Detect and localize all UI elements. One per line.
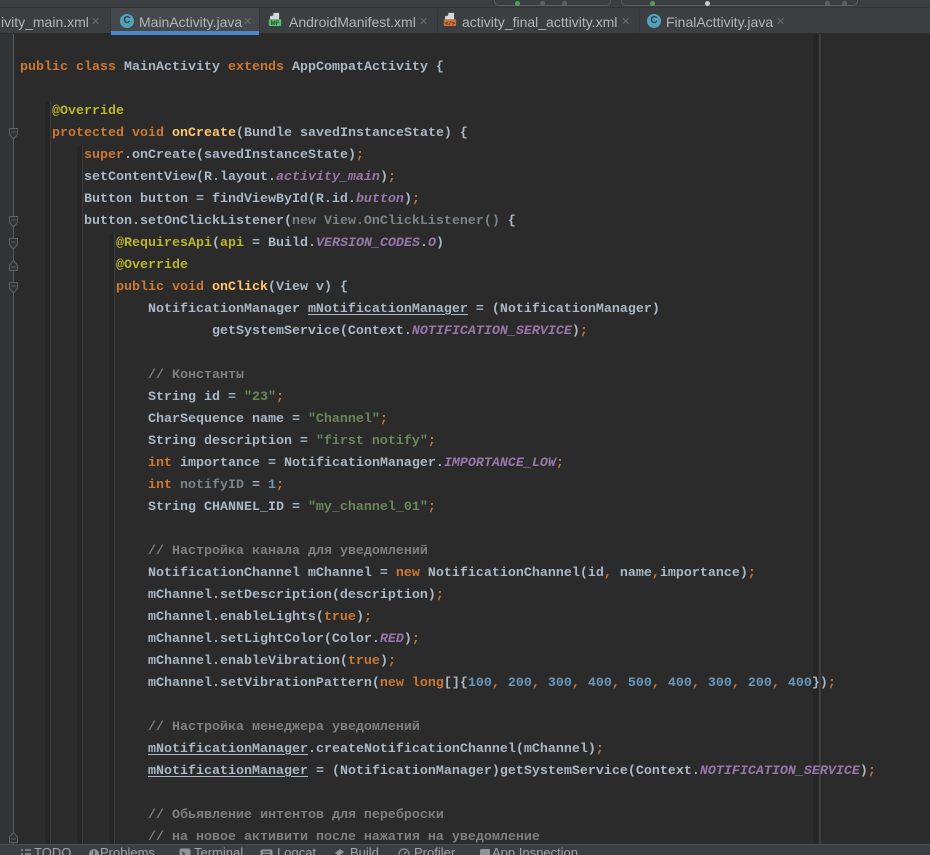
svg-text:</>: </> [445,20,456,26]
svg-text:MF: MF [271,20,280,26]
